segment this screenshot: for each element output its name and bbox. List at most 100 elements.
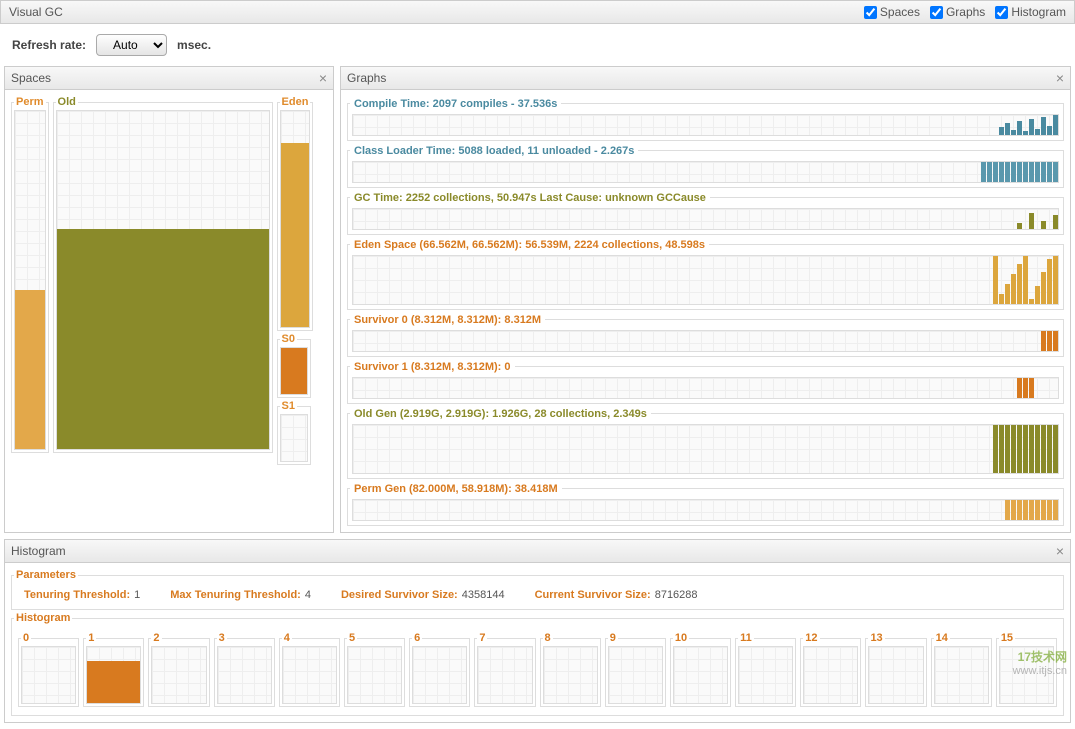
hist-bin-box bbox=[477, 646, 532, 704]
hist-bin-5: 5 bbox=[344, 632, 405, 707]
graph-title: Survivor 0 (8.312M, 8.312M): 8.312M bbox=[350, 312, 545, 326]
old-label: Old bbox=[56, 96, 78, 108]
hist-bin-box bbox=[21, 646, 76, 704]
graph-canvas bbox=[352, 424, 1059, 474]
hist-bin-label: 12 bbox=[803, 632, 819, 644]
eden-fill bbox=[281, 143, 310, 327]
hist-bin-3: 3 bbox=[214, 632, 275, 707]
hist-bin-8: 8 bbox=[540, 632, 601, 707]
hist-bin-label: 9 bbox=[608, 632, 618, 644]
desired-label: Desired Survivor Size: bbox=[341, 589, 458, 601]
toggle-histogram[interactable]: Histogram bbox=[995, 5, 1066, 19]
hist-bin-13: 13 bbox=[865, 632, 926, 707]
spaces-panel: Spaces × Perm Old Eden bbox=[4, 66, 334, 533]
hist-bin-box bbox=[738, 646, 793, 704]
hist-bin-label: 5 bbox=[347, 632, 357, 644]
graph-canvas bbox=[352, 114, 1059, 136]
hist-bin-label: 11 bbox=[738, 632, 754, 644]
graph-s0: Survivor 0 (8.312M, 8.312M): 8.312M bbox=[347, 312, 1064, 357]
hist-bin-12: 12 bbox=[800, 632, 861, 707]
hist-bin-fill bbox=[87, 661, 140, 703]
graph-oldgen: Old Gen (2.919G, 2.919G): 1.926G, 28 col… bbox=[347, 406, 1064, 479]
perm-label: Perm bbox=[14, 96, 46, 108]
spaces-panel-title: Spaces bbox=[11, 71, 51, 85]
max-tenuring-value: 4 bbox=[305, 589, 311, 601]
close-icon[interactable]: × bbox=[1056, 543, 1064, 559]
graph-title: GC Time: 2252 collections, 50.947s Last … bbox=[350, 190, 710, 204]
graph-s1: Survivor 1 (8.312M, 8.312M): 0 bbox=[347, 359, 1064, 404]
hist-bin-label: 1 bbox=[86, 632, 96, 644]
max-tenuring-label: Max Tenuring Threshold: bbox=[170, 589, 301, 601]
graph-canvas bbox=[352, 161, 1059, 183]
checkbox[interactable] bbox=[930, 6, 943, 19]
hist-bin-label: 3 bbox=[217, 632, 227, 644]
hist-bin-box bbox=[868, 646, 923, 704]
hist-bin-box bbox=[151, 646, 206, 704]
graph-title: Perm Gen (82.000M, 58.918M): 38.418M bbox=[350, 481, 562, 495]
graph-canvas bbox=[352, 330, 1059, 352]
graphs-panel: Graphs × Compile Time: 2097 compiles - 3… bbox=[340, 66, 1071, 533]
hist-bin-6: 6 bbox=[409, 632, 470, 707]
current-label: Current Survivor Size: bbox=[535, 589, 651, 601]
hist-bin-box bbox=[999, 646, 1054, 704]
hist-bin-box bbox=[608, 646, 663, 704]
hist-bin-box bbox=[803, 646, 858, 704]
hist-bin-label: 14 bbox=[934, 632, 950, 644]
graph-title: Class Loader Time: 5088 loaded, 11 unloa… bbox=[350, 143, 638, 157]
hist-bin-14: 14 bbox=[931, 632, 992, 707]
hist-bin-4: 4 bbox=[279, 632, 340, 707]
view-toggles: Spaces Graphs Histogram bbox=[864, 5, 1066, 19]
hist-bin-box bbox=[217, 646, 272, 704]
histogram-panel: Histogram × Parameters Tenuring Threshol… bbox=[4, 539, 1071, 723]
desired-value: 4358144 bbox=[462, 589, 505, 601]
graphs-body: Compile Time: 2097 compiles - 37.536s Cla… bbox=[341, 90, 1070, 532]
hist-bin-15: 15 bbox=[996, 632, 1057, 707]
toggle-graphs[interactable]: Graphs bbox=[930, 5, 985, 19]
graph-eden: Eden Space (66.562M, 66.562M): 56.539M, … bbox=[347, 237, 1064, 310]
refresh-row: Refresh rate: Auto msec. bbox=[0, 24, 1075, 66]
app-title: Visual GC bbox=[9, 5, 63, 19]
hist-bin-label: 0 bbox=[21, 632, 31, 644]
hist-bin-10: 10 bbox=[670, 632, 731, 707]
hist-bin-label: 13 bbox=[868, 632, 884, 644]
graph-title: Survivor 1 (8.312M, 8.312M): 0 bbox=[350, 359, 515, 373]
s1-label: S1 bbox=[280, 400, 297, 412]
hist-bin-box bbox=[86, 646, 141, 704]
histogram-panel-title: Histogram bbox=[11, 544, 66, 558]
hist-bin-0: 0 bbox=[18, 632, 79, 707]
graph-gctime: GC Time: 2252 collections, 50.947s Last … bbox=[347, 190, 1064, 235]
hist-bin-box bbox=[282, 646, 337, 704]
graph-permgen: Perm Gen (82.000M, 58.918M): 38.418M bbox=[347, 481, 1064, 526]
close-icon[interactable]: × bbox=[1056, 70, 1064, 86]
hist-bin-label: 8 bbox=[543, 632, 553, 644]
parameters-legend: Parameters bbox=[14, 569, 78, 581]
hist-bin-2: 2 bbox=[148, 632, 209, 707]
checkbox[interactable] bbox=[995, 6, 1008, 19]
graph-title: Eden Space (66.562M, 66.562M): 56.539M, … bbox=[350, 237, 709, 251]
hist-bin-label: 4 bbox=[282, 632, 292, 644]
eden-label: Eden bbox=[280, 96, 311, 108]
hist-bin-11: 11 bbox=[735, 632, 796, 707]
graph-canvas bbox=[352, 377, 1059, 399]
graph-compile: Compile Time: 2097 compiles - 37.536s bbox=[347, 96, 1064, 141]
tenuring-value: 1 bbox=[134, 589, 140, 601]
graph-classloader: Class Loader Time: 5088 loaded, 11 unloa… bbox=[347, 143, 1064, 188]
tenuring-label: Tenuring Threshold: bbox=[24, 589, 130, 601]
toggle-spaces[interactable]: Spaces bbox=[864, 5, 920, 19]
parameters-fieldset: Parameters Tenuring Threshold: 1 Max Tenu… bbox=[11, 569, 1064, 610]
hist-bin-9: 9 bbox=[605, 632, 666, 707]
old-space bbox=[56, 110, 270, 450]
graphs-panel-header: Graphs × bbox=[341, 67, 1070, 90]
refresh-select[interactable]: Auto bbox=[96, 34, 167, 56]
histogram-panel-header: Histogram × bbox=[5, 540, 1070, 563]
perm-space bbox=[14, 110, 46, 450]
checkbox[interactable] bbox=[864, 6, 877, 19]
hist-bin-label: 7 bbox=[477, 632, 487, 644]
hist-bin-box bbox=[347, 646, 402, 704]
hist-bin-box bbox=[412, 646, 467, 704]
perm-fill bbox=[15, 290, 45, 449]
hist-bin-box bbox=[934, 646, 989, 704]
histogram-fieldset: Histogram 0123456789101112131415 bbox=[11, 612, 1064, 716]
close-icon[interactable]: × bbox=[319, 70, 327, 86]
spaces-panel-header: Spaces × bbox=[5, 67, 333, 90]
